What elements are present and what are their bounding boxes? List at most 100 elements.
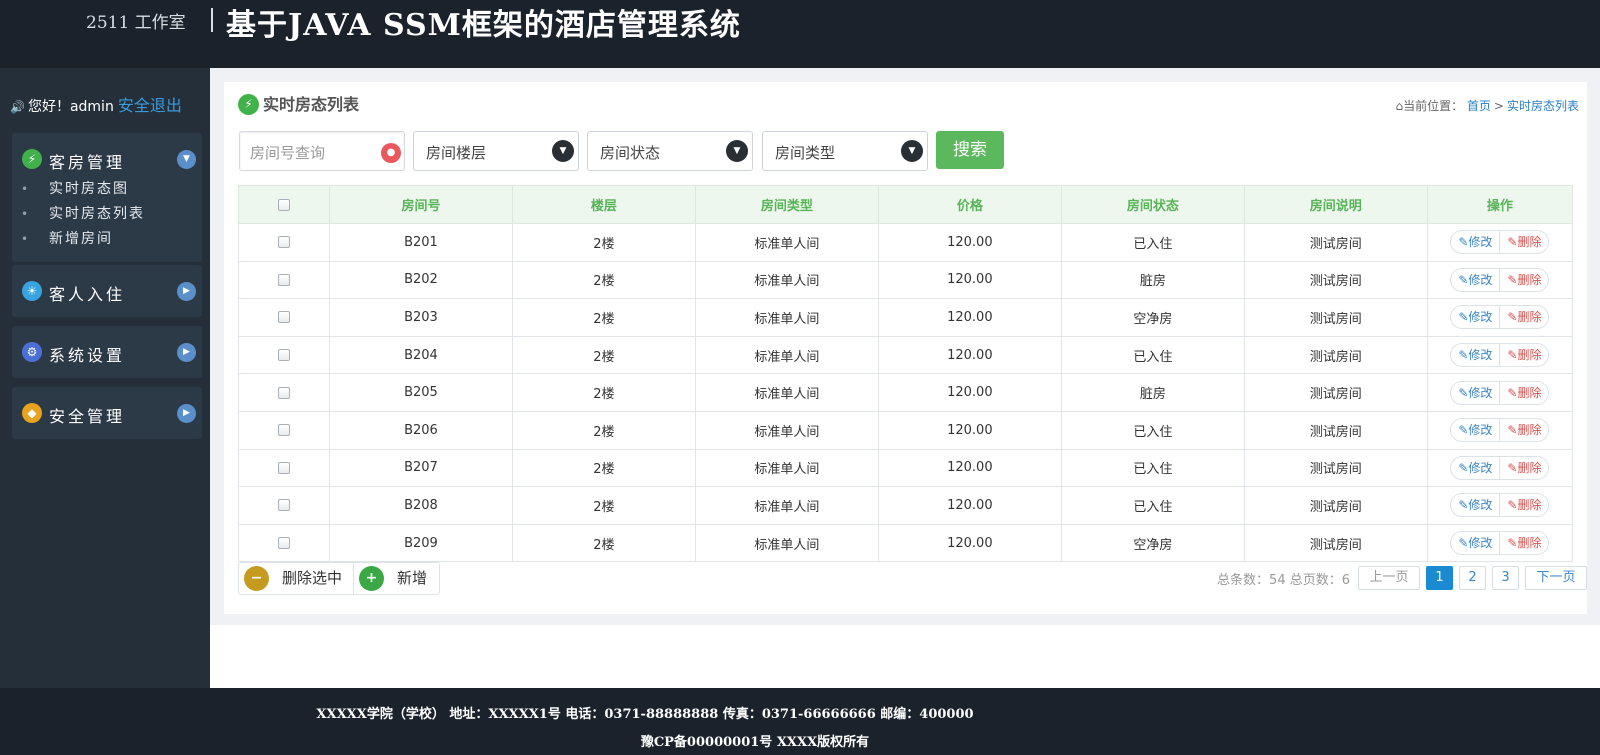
user-greeting: 🔊 您好！admin 安全退出 — [10, 92, 182, 116]
page-button-3[interactable]: 3 — [1492, 566, 1519, 590]
add-button[interactable]: + 新增 — [354, 563, 439, 594]
chevron-right-icon[interactable]: ▶ — [177, 343, 196, 362]
delete-button[interactable]: ✎删除 — [1500, 231, 1548, 253]
page-button-2[interactable]: 2 — [1459, 566, 1486, 590]
status-cell: 脏房 — [1060, 260, 1245, 300]
delete-button[interactable]: ✎删除 — [1500, 419, 1548, 441]
column-header: 楼层 — [511, 185, 696, 224]
floor-select-value: 房间楼层 — [426, 144, 487, 162]
add-label: 新增 — [397, 569, 428, 587]
edit-button[interactable]: ✎修改 — [1451, 268, 1501, 291]
menu-head-checkin[interactable]: ☀ 客人入住 ▶ — [12, 265, 202, 317]
price-cell: 120.00 — [877, 410, 1062, 450]
row-actions-cell: ✎修改 ✎删除 — [1426, 486, 1574, 525]
row-checkbox[interactable] — [277, 349, 290, 362]
delete-button[interactable]: ✎删除 — [1500, 494, 1548, 516]
clear-search-icon[interactable]: ● — [381, 143, 401, 163]
select-all-checkbox[interactable] — [277, 198, 290, 211]
description-cell: 测试房间 — [1243, 448, 1428, 488]
edit-button[interactable]: ✎修改 — [1451, 306, 1501, 329]
prev-page-button[interactable]: 上一页 — [1358, 566, 1420, 590]
floor-cell: 2楼 — [511, 373, 696, 412]
submenu-item-label: 新增房间 — [49, 231, 113, 247]
menu-group-security: ◆ 安全管理 ▶ — [12, 387, 202, 439]
edit-button[interactable]: ✎修改 — [1451, 231, 1501, 254]
breadcrumb-home-link[interactable]: 首页 — [1467, 99, 1491, 113]
price-cell: 120.00 — [877, 373, 1062, 412]
plus-icon: + — [359, 566, 384, 591]
footer-contact: XXXXX学院（学校） 地址：XXXXX1号 电话：0371-88888888 … — [316, 707, 974, 722]
breadcrumb-current-link[interactable]: 实时房态列表 — [1507, 99, 1579, 113]
column-header: 价格 — [877, 185, 1062, 224]
floor-cell: 2楼 — [511, 523, 696, 563]
delete-button[interactable]: ✎删除 — [1500, 344, 1548, 366]
edit-button[interactable]: ✎修改 — [1451, 494, 1501, 517]
row-checkbox[interactable] — [277, 461, 290, 474]
delete-button[interactable]: ✎删除 — [1500, 532, 1548, 554]
row-checkbox[interactable] — [277, 537, 290, 550]
chevron-down-icon[interactable]: ▼ — [177, 150, 196, 169]
floor-select[interactable]: 房间楼层 ▼ — [413, 131, 579, 171]
delete-icon: ✎ — [1507, 385, 1518, 400]
search-button[interactable]: 搜索 — [936, 131, 1004, 169]
menu-group-checkin: ☀ 客人入住 ▶ — [12, 265, 202, 317]
delete-button[interactable]: ✎删除 — [1500, 457, 1548, 479]
submenu-item-add-room[interactable]: • 新增房间 — [12, 227, 202, 252]
bullet-icon: • — [21, 182, 31, 196]
menu-group-settings: ⚙ 系统设置 ▶ — [12, 326, 202, 378]
submenu-item-room-map[interactable]: • 实时房态图 — [12, 177, 202, 202]
row-checkbox[interactable] — [277, 386, 290, 399]
menu-group-rooms: ⚡ 客房管理 ▼ • 实时房态图 • 实时房态列表 • 新增房间 — [12, 133, 202, 262]
floor-cell: 2楼 — [511, 335, 696, 375]
row-checkbox[interactable] — [277, 311, 290, 324]
edit-button[interactable]: ✎修改 — [1451, 344, 1501, 367]
row-checkbox[interactable] — [277, 424, 290, 437]
table-row: B208 2楼 标准单人间 120.00 已入住 测试房间 ✎修改 ✎删除 — [238, 486, 1574, 525]
menu-head-security[interactable]: ◆ 安全管理 ▶ — [12, 387, 202, 439]
edit-label: 修改 — [1468, 310, 1493, 325]
row-actions-cell: ✎修改 ✎删除 — [1426, 448, 1574, 488]
edit-label: 修改 — [1468, 423, 1493, 438]
chevron-right-icon[interactable]: ▶ — [177, 282, 196, 301]
delete-icon: ✎ — [1507, 272, 1518, 287]
search-placeholder: 房间号查询 — [250, 144, 326, 162]
delete-button[interactable]: ✎删除 — [1500, 306, 1548, 328]
delete-label: 删除 — [1517, 385, 1542, 400]
submenu-item-room-list[interactable]: • 实时房态列表 — [12, 202, 202, 227]
edit-button[interactable]: ✎修改 — [1451, 419, 1501, 442]
room-type-cell: 标准单人间 — [694, 298, 879, 337]
status-select[interactable]: 房间状态 ▼ — [587, 131, 753, 171]
edit-button[interactable]: ✎修改 — [1451, 381, 1501, 404]
row-select-cell — [238, 523, 330, 563]
menu-head-settings[interactable]: ⚙ 系统设置 ▶ — [12, 326, 202, 378]
floor-cell: 2楼 — [511, 223, 696, 262]
delete-label: 删除 — [1517, 536, 1542, 551]
row-checkbox[interactable] — [277, 236, 290, 249]
row-actions: ✎修改 ✎删除 — [1450, 267, 1550, 292]
gears-icon: ⚙ — [22, 342, 42, 362]
row-checkbox[interactable] — [277, 499, 290, 512]
status-cell: 空净房 — [1060, 523, 1245, 563]
edit-button[interactable]: ✎修改 — [1451, 532, 1501, 555]
delete-selected-button[interactable]: − 删除选中 — [239, 563, 354, 594]
delete-button[interactable]: ✎删除 — [1500, 269, 1548, 291]
type-select[interactable]: 房间类型 ▼ — [762, 131, 928, 171]
description-cell: 测试房间 — [1243, 410, 1428, 450]
floor-cell: 2楼 — [511, 486, 696, 525]
row-actions: ✎修改 ✎删除 — [1450, 230, 1550, 255]
table-row: B209 2楼 标准单人间 120.00 空净房 测试房间 ✎修改 ✎删除 — [238, 523, 1574, 563]
page-button-1[interactable]: 1 — [1426, 566, 1453, 590]
row-checkbox[interactable] — [277, 273, 290, 286]
room-number-search-input[interactable]: 房间号查询 ● — [239, 131, 405, 171]
logout-link[interactable]: 安全退出 — [118, 96, 182, 115]
delete-button[interactable]: ✎删除 — [1500, 382, 1548, 404]
column-header: 房间说明 — [1243, 185, 1428, 224]
chevron-right-icon[interactable]: ▶ — [177, 404, 196, 423]
edit-button[interactable]: ✎修改 — [1451, 456, 1501, 479]
row-actions: ✎修改 ✎删除 — [1450, 418, 1550, 443]
next-page-button[interactable]: 下一页 — [1525, 566, 1587, 590]
delete-label: 删除 — [1517, 348, 1542, 363]
column-header: 房间号 — [328, 185, 513, 224]
table-row: B206 2楼 标准单人间 120.00 已入住 测试房间 ✎修改 ✎删除 — [238, 410, 1574, 450]
breadcrumb-separator: > — [1493, 99, 1504, 113]
